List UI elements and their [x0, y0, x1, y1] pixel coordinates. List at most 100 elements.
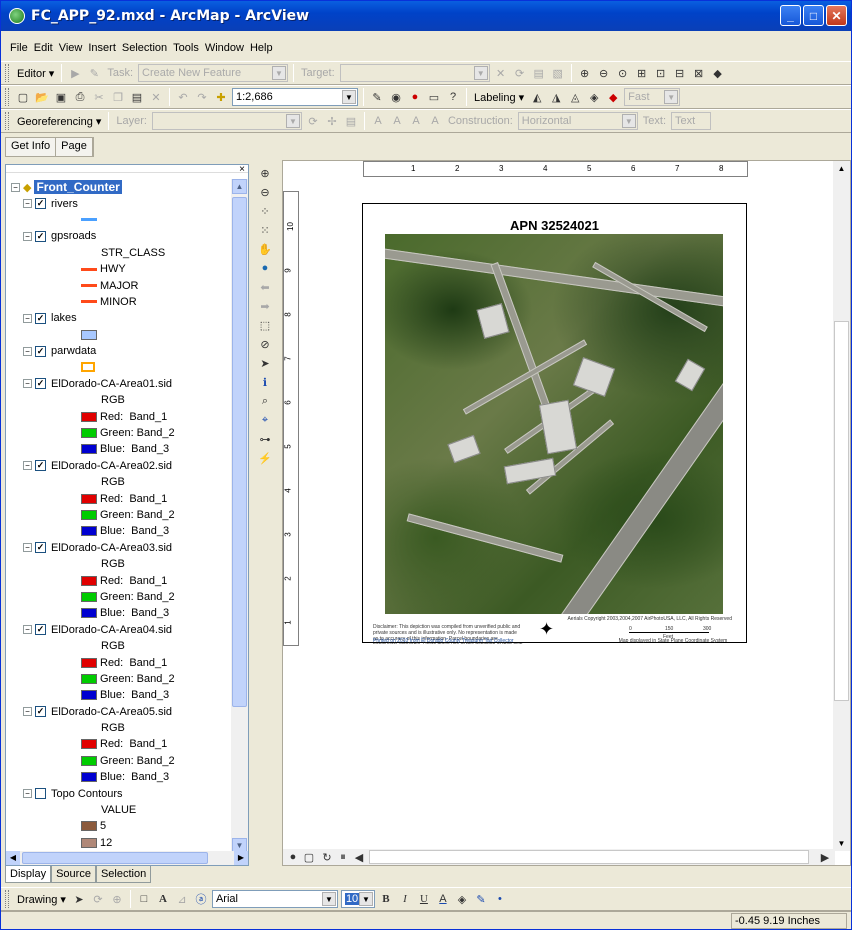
layer-visibility-checkbox[interactable]: ✓	[35, 378, 46, 390]
chevron-down-icon[interactable]: ▼	[321, 892, 336, 906]
full-extent-icon[interactable]: ⊞	[634, 65, 650, 81]
new-document-icon[interactable]: ▢	[15, 89, 31, 105]
labeling-menu[interactable]: Labeling ▾	[472, 91, 526, 104]
marker-color-icon[interactable]: •	[492, 891, 508, 907]
legend-item[interactable]: 12	[6, 835, 228, 851]
legend-item[interactable]: Blue: Band_3	[6, 769, 228, 785]
label-manager-icon[interactable]: ◭	[529, 89, 545, 105]
label-quality-dropdown[interactable]: Fast ▼	[624, 88, 681, 106]
scroll-left-icon[interactable]: ◀	[351, 849, 367, 865]
text-field[interactable]: Text	[671, 112, 712, 130]
italic-button[interactable]: I	[397, 891, 413, 907]
target-dropdown[interactable]: ▼	[339, 64, 490, 82]
zoom-whole-page-icon[interactable]: ⊟	[672, 65, 688, 81]
title-bar[interactable]: FC_APP_92.mxd - ArcMap - ArcView _ □ ✕	[1, 1, 851, 31]
font-dropdown[interactable]: Arial ▼	[211, 890, 338, 908]
legend-item[interactable]	[6, 212, 228, 228]
text-a-curve-icon[interactable]: A	[427, 113, 443, 129]
collapse-icon[interactable]: −	[23, 346, 32, 356]
task-dropdown[interactable]: Create New Feature ▼	[138, 64, 289, 82]
copy-icon[interactable]: ❐	[110, 89, 126, 105]
tab-source[interactable]: Source	[51, 866, 96, 883]
toolbar-grip[interactable]	[5, 64, 9, 82]
toc-layer-row[interactable]: − ✓ ElDorado-CA-Area04.sid	[6, 622, 228, 638]
command-line-icon[interactable]: ●	[407, 89, 423, 105]
collapse-icon[interactable]: −	[23, 231, 32, 241]
measure-icon[interactable]: ⊶	[257, 433, 273, 449]
layer-visibility-checkbox[interactable]: ✓	[35, 198, 46, 210]
text-a-slant-icon[interactable]: A	[408, 113, 424, 129]
aerial-map-frame[interactable]	[385, 234, 723, 614]
legend-heading[interactable]: STR_CLASS	[6, 245, 228, 261]
rectangle-icon[interactable]: □	[136, 891, 152, 907]
projection-note[interactable]: Map displayed in State Plane Coordinate …	[613, 638, 733, 644]
legend-item[interactable]: Green: Band_2	[6, 507, 228, 523]
toc-layer-row[interactable]: − ✓ gpsroads	[6, 228, 228, 244]
delete-icon[interactable]: ✕	[148, 89, 164, 105]
printed-note[interactable]: Printed on 2010 from El Dorado County Tr…	[373, 638, 523, 644]
legend-item[interactable]	[6, 359, 228, 375]
layer-dropdown[interactable]: ▼	[151, 112, 302, 130]
scroll-right-icon[interactable]: ▶	[234, 851, 248, 865]
menu-help[interactable]: Help	[247, 40, 276, 56]
menu-tools[interactable]: Tools	[170, 40, 202, 56]
drawing-menu[interactable]: Drawing ▾	[15, 893, 68, 906]
chevron-down-icon[interactable]: ▼	[621, 114, 636, 128]
collapse-icon[interactable]: −	[23, 789, 32, 799]
chevron-down-icon[interactable]: ▼	[358, 892, 373, 906]
map-title[interactable]: APN 32524021	[363, 218, 746, 233]
find-binoculars-icon[interactable]: ⌕	[257, 395, 273, 411]
scroll-thumb[interactable]	[232, 197, 247, 707]
toolbar-grip[interactable]	[5, 890, 9, 908]
minimize-button[interactable]: _	[780, 5, 801, 26]
pan-hand-icon[interactable]: ✋	[257, 243, 273, 259]
close-icon[interactable]: ×	[239, 165, 245, 175]
legend-item[interactable]: Blue: Band_3	[6, 441, 228, 457]
menu-edit[interactable]: Edit	[31, 40, 56, 56]
scroll-thumb[interactable]	[834, 321, 849, 701]
fill-color-icon[interactable]: ◈	[454, 891, 470, 907]
collapse-icon[interactable]: −	[23, 543, 32, 553]
layer-visibility-checkbox[interactable]: ✓	[35, 312, 46, 324]
view-link-table-icon[interactable]: ▤	[343, 113, 359, 129]
legend-item[interactable]: Green: Band_2	[6, 671, 228, 687]
collapse-icon[interactable]: −	[23, 461, 32, 471]
layer-visibility-checkbox[interactable]: ✓	[35, 345, 46, 357]
scroll-down-icon[interactable]: ▼	[834, 836, 849, 851]
toc-layer-row[interactable]: − Topo Contours	[6, 785, 228, 801]
hyperlink-icon[interactable]: ⚡	[257, 452, 273, 468]
legend-item[interactable]: Blue: Band_3	[6, 523, 228, 539]
go-forward-icon[interactable]: ➡	[257, 300, 273, 316]
editor-toolbar-icon[interactable]: ✎	[369, 89, 385, 105]
legend-item[interactable]: Red: Band_1	[6, 572, 228, 588]
select-features-icon[interactable]: ⬚	[257, 319, 273, 335]
toolbar-grip[interactable]	[5, 112, 9, 130]
legend-item[interactable]: Blue: Band_3	[6, 687, 228, 703]
construction-dropdown[interactable]: Horizontal ▼	[517, 112, 638, 130]
layout-horizontal-scrollbar[interactable]: ● ▢ ↻ ⏸ ◀ ▶	[283, 849, 835, 865]
window-icon[interactable]: ▭	[426, 89, 442, 105]
legend-item[interactable]: Red: Band_1	[6, 408, 228, 424]
go-back-icon[interactable]: ⬅	[257, 281, 273, 297]
clear-selection-icon[interactable]: ⊘	[257, 338, 273, 354]
arctoolbox-icon[interactable]: ◉	[388, 89, 404, 105]
collapse-icon[interactable]: −	[23, 625, 32, 635]
legend-heading[interactable]: VALUE	[6, 802, 228, 818]
chevron-down-icon[interactable]: ▼	[272, 66, 287, 80]
close-button[interactable]: ✕	[826, 5, 847, 26]
chevron-down-icon[interactable]: ▼	[664, 90, 679, 104]
rotate-raster-icon[interactable]: ⟳	[305, 113, 321, 129]
toc-layer-row[interactable]: − ✓ rivers	[6, 195, 228, 211]
georeferencing-menu[interactable]: Georeferencing ▾	[15, 115, 103, 128]
toc-layer-row[interactable]: − ✓ ElDorado-CA-Area05.sid	[6, 704, 228, 720]
chevron-down-icon[interactable]: ▼	[285, 114, 300, 128]
editor-menu[interactable]: Editor ▾	[15, 67, 56, 80]
cut-icon[interactable]: ✂	[91, 89, 107, 105]
toc-layer-row[interactable]: − ✓ lakes	[6, 310, 228, 326]
zoom-100-icon[interactable]: ⊠	[691, 65, 707, 81]
menu-file[interactable]: File	[7, 40, 31, 56]
label-priority-icon[interactable]: ◮	[548, 89, 564, 105]
attributes-icon[interactable]: ▤	[531, 65, 547, 81]
layer-visibility-checkbox[interactable]: ✓	[35, 460, 46, 472]
layer-visibility-checkbox[interactable]	[35, 788, 46, 800]
